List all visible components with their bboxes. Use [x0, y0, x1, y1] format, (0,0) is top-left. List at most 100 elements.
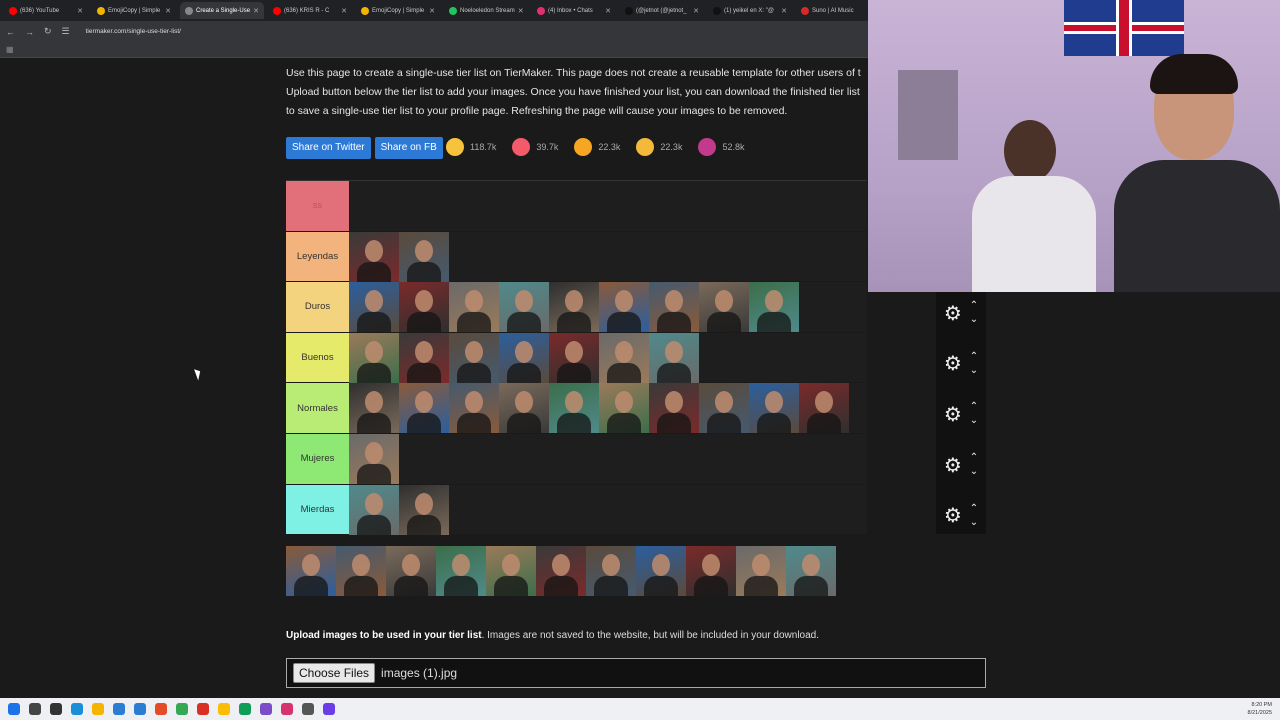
tier-image[interactable] — [536, 546, 586, 596]
chevron-down-icon[interactable]: ⌄ — [970, 516, 978, 530]
tier-image[interactable] — [349, 433, 399, 484]
tab-close-icon[interactable]: ✕ — [341, 7, 347, 15]
tier-image[interactable] — [349, 383, 399, 434]
tab-close-icon[interactable]: ✕ — [518, 7, 524, 15]
tab-close-icon[interactable]: ✕ — [429, 7, 435, 15]
taskbar-app-icon[interactable] — [323, 703, 335, 715]
chevron-down-icon[interactable]: ⌄ — [970, 465, 978, 479]
back-icon[interactable]: ← — [6, 27, 15, 37]
tab-close-icon[interactable]: ✕ — [693, 7, 699, 15]
tier-label[interactable]: Mujeres — [286, 433, 349, 484]
forward-icon[interactable]: → — [25, 27, 34, 37]
tier-label[interactable]: Leyendas — [286, 231, 349, 282]
taskbar-search-icon[interactable] — [29, 703, 41, 715]
gear-icon[interactable]: ⚙ — [944, 402, 962, 427]
tier-image[interactable] — [649, 332, 699, 383]
tier-image[interactable] — [499, 332, 549, 383]
taskbar-app-icon[interactable] — [260, 703, 272, 715]
reaction-button[interactable]: 22.3k — [574, 138, 620, 156]
tier-image[interactable] — [686, 546, 736, 596]
tier-image[interactable] — [399, 332, 449, 383]
reaction-button[interactable]: 39.7k — [512, 138, 558, 156]
url-field[interactable]: tiermaker.com/single-use-tier-list/ — [86, 28, 181, 35]
tier-image[interactable] — [736, 546, 786, 596]
reaction-button[interactable]: 52.8k — [698, 138, 744, 156]
tier-image[interactable] — [749, 282, 799, 333]
tab-close-icon[interactable]: ✕ — [77, 7, 83, 15]
chevron-up-icon[interactable]: ⌃ — [970, 299, 978, 313]
tier-image[interactable] — [799, 383, 849, 434]
reaction-button[interactable]: 118.7k — [446, 138, 496, 156]
tier-label[interactable]: Mierdas — [286, 484, 349, 535]
browser-tab[interactable]: EmojiCopy | Simple ✕ — [356, 2, 440, 19]
taskbar-app-icon[interactable] — [218, 703, 230, 715]
tab-close-icon[interactable]: ✕ — [253, 7, 259, 15]
tier-image[interactable] — [486, 546, 536, 596]
tier-image[interactable] — [499, 282, 549, 333]
tier-image[interactable] — [349, 282, 399, 333]
browser-tab[interactable]: EmojiCopy | Simple ✕ — [92, 2, 176, 19]
tier-image[interactable] — [786, 546, 836, 596]
tier-image[interactable] — [599, 332, 649, 383]
browser-tab[interactable]: (636) KRIS R - C ✕ — [268, 2, 352, 19]
browser-tab[interactable]: Noeloeledon Stream ✕ — [444, 2, 528, 19]
taskbar-app-icon[interactable] — [134, 703, 146, 715]
browser-tab[interactable]: (1) yeikel en X: "@ ✕ — [708, 2, 792, 19]
tier-dropzone[interactable] — [349, 231, 867, 282]
browser-tab[interactable]: (@jetnot (@jetnot_ ✕ — [620, 2, 704, 19]
taskbar-app-icon[interactable] — [302, 703, 314, 715]
tier-label[interactable]: ss — [286, 181, 349, 231]
tier-dropzone[interactable] — [349, 181, 867, 231]
tier-label[interactable]: Normales — [286, 383, 349, 433]
site-info-icon[interactable]: ☰ — [62, 26, 70, 37]
taskbar-app-icon[interactable] — [197, 703, 209, 715]
tier-image[interactable] — [449, 383, 499, 434]
gear-icon[interactable]: ⚙ — [944, 351, 962, 376]
tier-image[interactable] — [649, 383, 699, 434]
share-twitter-button[interactable]: Share on Twitter — [286, 137, 371, 159]
windows-start-icon[interactable] — [8, 703, 20, 715]
tier-image[interactable] — [399, 282, 449, 333]
tier-image[interactable] — [349, 231, 399, 282]
tier-image[interactable] — [399, 484, 449, 535]
share-fb-button[interactable]: Share on FB — [374, 137, 443, 159]
tier-image[interactable] — [749, 383, 799, 434]
gear-icon[interactable]: ⚙ — [944, 503, 962, 528]
tier-image[interactable] — [636, 546, 686, 596]
tier-image[interactable] — [386, 546, 436, 596]
tier-image[interactable] — [336, 546, 386, 596]
tier-dropzone[interactable] — [349, 383, 867, 434]
chevron-up-icon[interactable]: ⌃ — [970, 400, 978, 414]
chevron-up-icon[interactable]: ⌃ — [970, 350, 978, 364]
apps-icon[interactable]: ▦ — [6, 45, 14, 54]
choose-files-button[interactable]: Choose Files — [293, 663, 376, 683]
taskbar-app-icon[interactable] — [239, 703, 251, 715]
tier-dropzone[interactable] — [349, 282, 867, 333]
reaction-button[interactable]: 22.3k — [636, 138, 682, 156]
taskbar-app-icon[interactable] — [176, 703, 188, 715]
tier-image[interactable] — [399, 231, 449, 282]
tier-image[interactable] — [649, 282, 699, 333]
tier-image[interactable] — [436, 546, 486, 596]
tier-image[interactable] — [349, 332, 399, 383]
tab-close-icon[interactable]: ✕ — [165, 7, 171, 15]
tier-image[interactable] — [549, 332, 599, 383]
browser-tab[interactable]: (4) Inbox • Chats ✕ — [532, 2, 616, 19]
taskbar-app-icon[interactable] — [92, 703, 104, 715]
tier-dropzone[interactable] — [349, 433, 867, 484]
chevron-up-icon[interactable]: ⌃ — [970, 502, 978, 516]
gear-icon[interactable]: ⚙ — [944, 301, 962, 326]
chevron-down-icon[interactable]: ⌄ — [970, 313, 978, 327]
tier-image[interactable] — [399, 383, 449, 434]
tier-image[interactable] — [449, 282, 499, 333]
chevron-down-icon[interactable]: ⌄ — [970, 414, 978, 428]
tier-label[interactable]: Buenos — [286, 332, 349, 383]
tier-image[interactable] — [586, 546, 636, 596]
taskbar-app-icon[interactable] — [71, 703, 83, 715]
tier-image[interactable] — [599, 282, 649, 333]
tier-dropzone[interactable] — [349, 332, 867, 383]
taskbar-app-icon[interactable] — [50, 703, 62, 715]
taskbar-app-icon[interactable] — [281, 703, 293, 715]
system-clock[interactable]: 8:20 PM 8/21/2025 — [1248, 701, 1272, 717]
tab-close-icon[interactable]: ✕ — [605, 7, 611, 15]
